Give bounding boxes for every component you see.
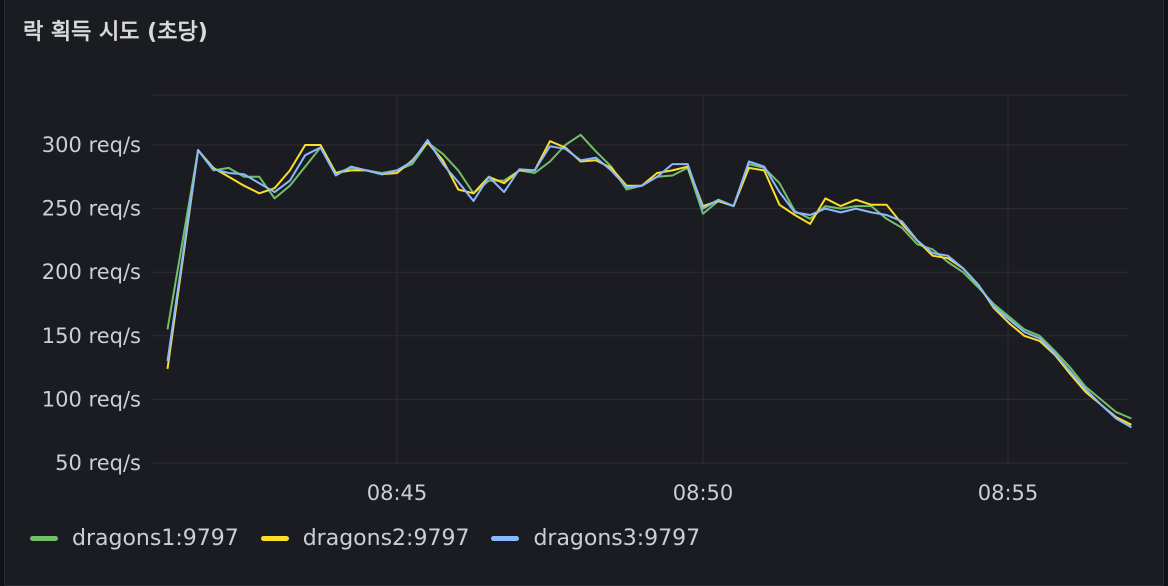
legend-item-3[interactable]: dragons3:9797 [491,526,700,551]
legend-label: dragons1:9797 [72,526,239,551]
legend-label: dragons2:9797 [302,526,470,551]
chart-plot-area: 50 req/s 100 req/s 150 req/s 200 req/s 250 r… [42,94,1132,505]
y-tick-label: 250 req/s [42,197,141,221]
legend-item-2[interactable]: dragons2:9797 [260,526,470,551]
y-tick-label: 100 req/s [42,387,141,411]
y-tick-label: 150 req/s [42,324,141,348]
x-tick-label: 08:55 [978,481,1039,505]
legend-swatch [491,536,520,541]
legend-swatch [260,536,289,541]
x-tick-label: 08:45 [367,481,428,505]
series-line-1 [166,133,1132,420]
series-line-3 [166,138,1132,429]
y-tick-label: 200 req/s [42,260,141,284]
y-tick-label: 300 req/s [42,133,141,157]
y-tick-label: 50 req/s [55,451,141,475]
legend: dragons1:9797 dragons2:9797 dragons3:9797 [30,526,700,551]
series-line-2 [166,140,1132,426]
x-tick-label: 08:50 [673,481,734,505]
legend-item-1[interactable]: dragons1:9797 [30,526,239,551]
legend-label: dragons3:9797 [533,526,701,551]
legend-swatch [30,536,58,541]
